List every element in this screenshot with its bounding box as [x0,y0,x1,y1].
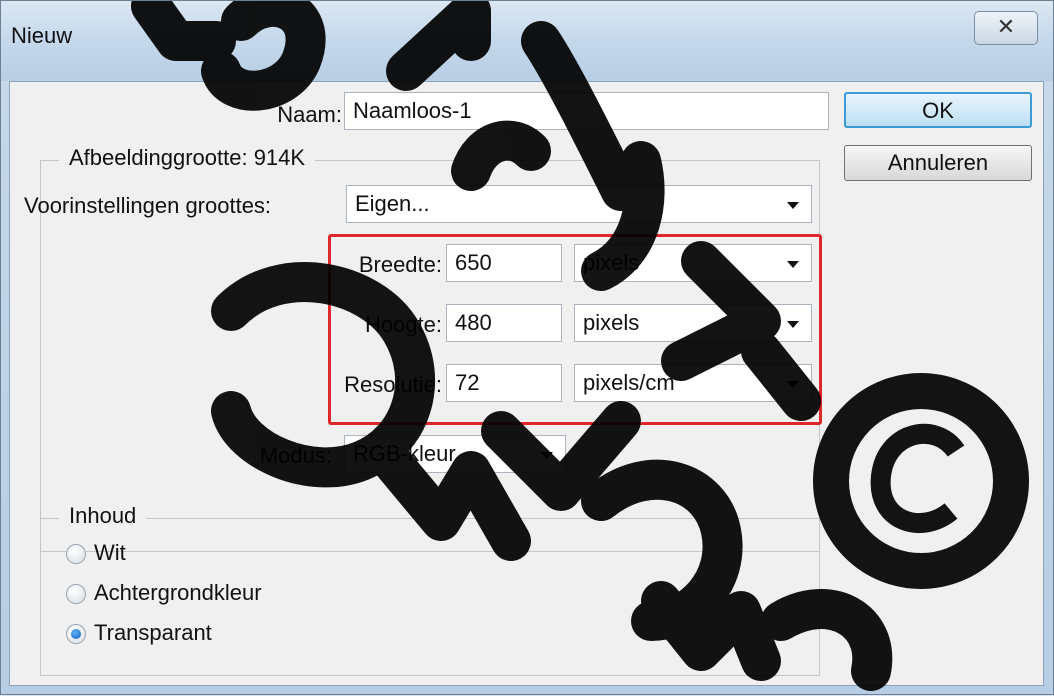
content-option-label: Wit [94,540,126,565]
mode-value: RGB-kleur [353,441,456,466]
content-group-title: Inhoud [59,503,147,529]
content-option-label: Achtergrondkleur [94,580,262,605]
preset-select[interactable]: Eigen... [346,185,812,223]
mode-select[interactable]: RGB-kleur [344,435,566,473]
chevron-down-icon [541,452,553,459]
dialog-body: Naam: Naamloos-1 OK Annuleren Afbeelding… [9,81,1044,686]
chevron-down-icon [787,202,799,209]
cancel-button[interactable]: Annuleren [844,145,1032,181]
content-option-label: Transparant [94,620,212,645]
radio-button-selected[interactable] [66,624,86,644]
highlight-frame [328,234,822,425]
preset-label: Voorinstellingen groottes: [24,193,272,218]
mode-label: Modus: [259,443,332,468]
new-document-dialog: Nieuw ✕ Naam: Naamloos-1 OK Annuleren Af… [0,0,1054,695]
close-button[interactable]: ✕ [974,11,1038,45]
name-input[interactable]: Naamloos-1 [344,92,829,130]
window-title: Nieuw [11,23,73,48]
preset-value: Eigen... [355,191,430,216]
radio-button[interactable] [66,544,86,564]
name-label: Naam: [277,102,342,127]
title-bar[interactable]: Nieuw ✕ [1,1,1053,81]
radio-button[interactable] [66,584,86,604]
image-size-group-title: Afbeeldinggrootte: 914K [59,145,316,171]
ok-button[interactable]: OK [844,92,1032,128]
close-icon: ✕ [996,14,1016,39]
